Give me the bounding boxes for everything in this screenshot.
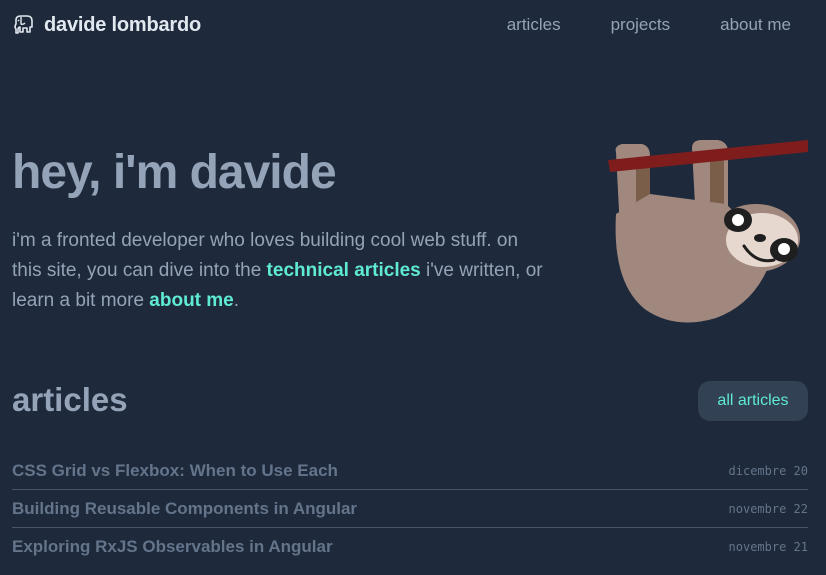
nav-about-me[interactable]: about me xyxy=(720,15,791,35)
article-row[interactable]: Building Reusable Components in Angular … xyxy=(12,490,808,528)
article-title[interactable]: Building Reusable Components in Angular xyxy=(12,499,357,519)
article-title[interactable]: Exploring RxJS Observables in Angular xyxy=(12,537,333,557)
article-row[interactable]: Exploring RxJS Observables in Angular no… xyxy=(12,528,808,565)
articles-section-title: articles xyxy=(12,381,128,418)
article-title[interactable]: CSS Grid vs Flexbox: When to Use Each xyxy=(12,461,338,481)
hero-text-part3: . xyxy=(233,290,240,311)
hero-title: hey, i'm davide xyxy=(12,146,337,199)
technical-articles-link[interactable]: technical articles xyxy=(267,260,421,281)
all-articles-button[interactable]: all articles xyxy=(698,381,808,421)
elephant-icon xyxy=(14,15,33,34)
articles-list: CSS Grid vs Flexbox: When to Use Each di… xyxy=(12,452,808,565)
article-date: dicembre 20 xyxy=(728,463,808,478)
main-nav: articles projects about me xyxy=(507,15,791,35)
article-date: novembre 22 xyxy=(728,501,808,516)
nav-articles[interactable]: articles xyxy=(507,15,561,35)
site-title: davide lombardo xyxy=(44,13,202,36)
site-logo[interactable]: davide lombardo xyxy=(12,13,201,37)
sloth-hanging-illustration xyxy=(608,140,808,323)
site-header: davide lombardo articles projects about … xyxy=(0,0,826,52)
about-me-link[interactable]: about me xyxy=(149,290,233,311)
hero-intro: i'm a fronted developer who loves buildi… xyxy=(12,226,552,316)
article-row[interactable]: CSS Grid vs Flexbox: When to Use Each di… xyxy=(12,452,808,490)
article-date: novembre 21 xyxy=(728,539,808,554)
nav-projects[interactable]: projects xyxy=(611,15,671,35)
